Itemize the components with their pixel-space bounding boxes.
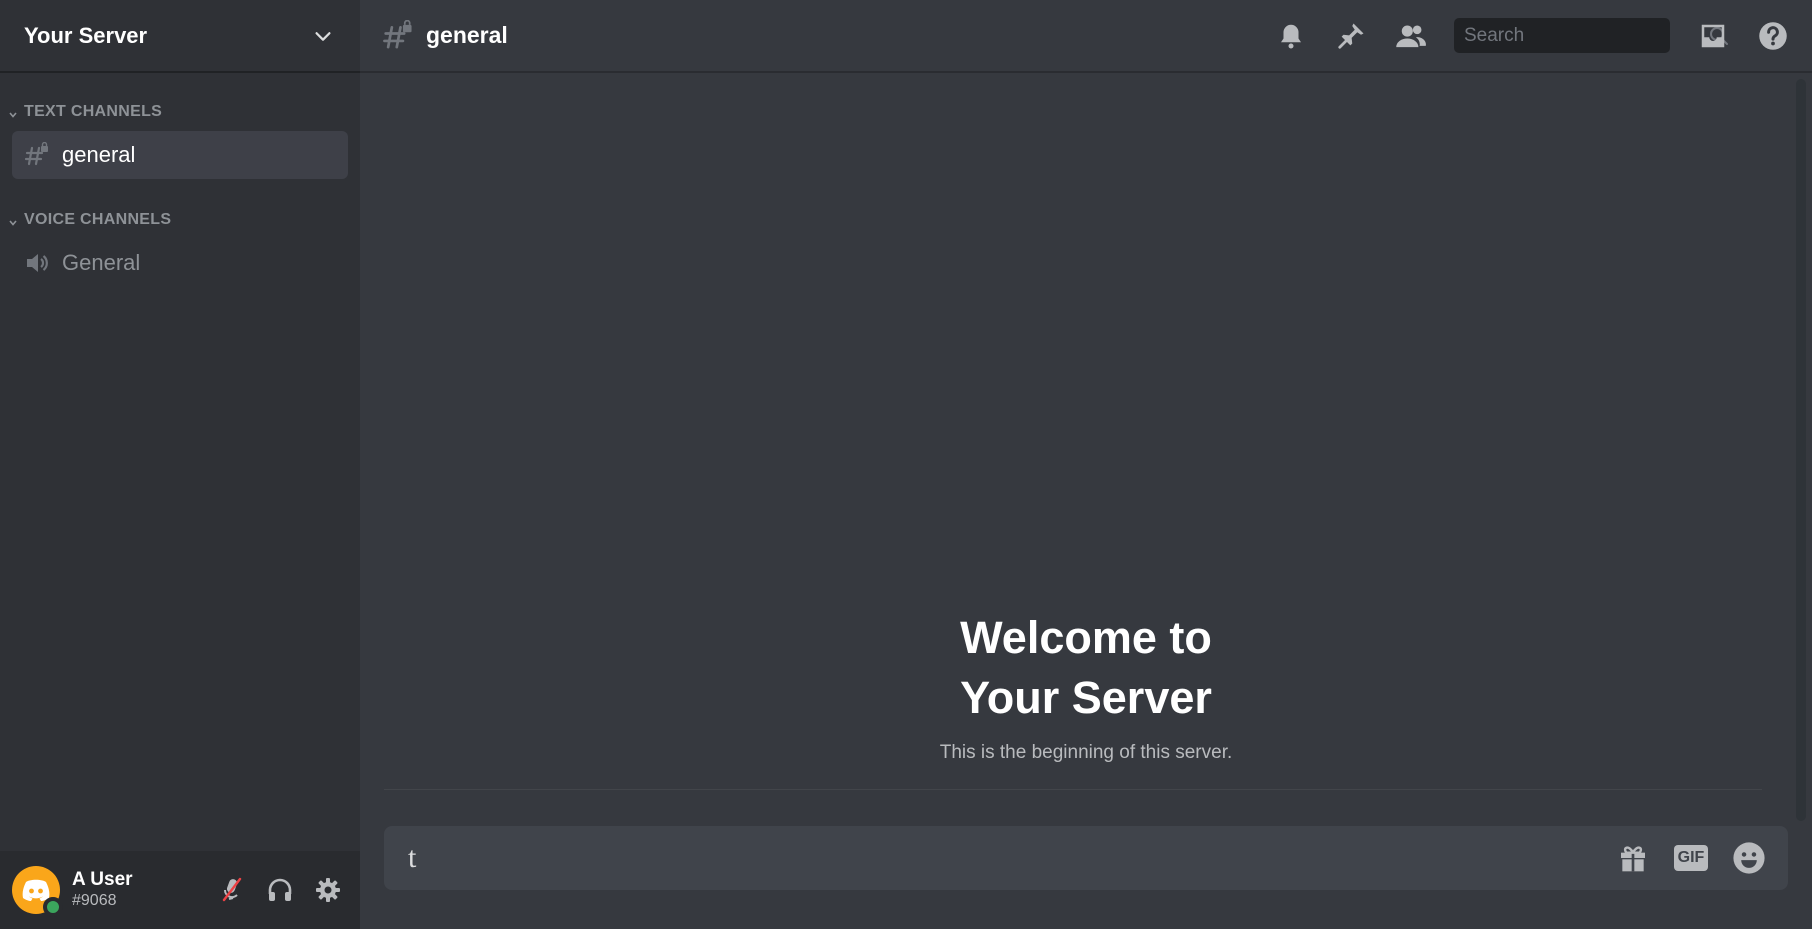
server-header[interactable]: Your Server bbox=[0, 0, 360, 73]
category-voice-channels[interactable]: VOICE CHANNELS bbox=[0, 209, 360, 231]
locked-hash-icon bbox=[24, 141, 50, 168]
welcome-subtitle: This is the beginning of this server. bbox=[939, 742, 1233, 763]
channel-sidebar: Your Server TEXT CHANNELS general VOICE … bbox=[0, 0, 360, 929]
chat-area: general Search Welcome to Your Server Th… bbox=[360, 0, 1812, 929]
channel-header: general bbox=[360, 0, 1812, 73]
channel-item-general[interactable]: general bbox=[12, 131, 348, 179]
avatar[interactable] bbox=[12, 866, 63, 917]
user-info[interactable]: A User #9068 bbox=[72, 869, 204, 911]
emoji-smile-icon bbox=[1733, 842, 1765, 874]
emoji-button[interactable] bbox=[1730, 839, 1768, 877]
welcome-title: Welcome to Your Server bbox=[360, 608, 1812, 728]
muted-microphone-icon bbox=[222, 877, 242, 902]
search-input[interactable] bbox=[1464, 24, 1709, 47]
gift-button[interactable] bbox=[1614, 839, 1652, 877]
inbox-icon[interactable] bbox=[1696, 19, 1730, 53]
message-list: Welcome to Your Server This is the begin… bbox=[360, 73, 1812, 929]
server-name: Your Server bbox=[24, 22, 148, 48]
message-input[interactable] bbox=[408, 841, 1594, 875]
mute-microphone-button[interactable] bbox=[212, 870, 252, 910]
divider bbox=[384, 789, 1762, 790]
channel-item-voice-general[interactable]: General bbox=[12, 239, 348, 287]
user-tag: #9068 bbox=[72, 892, 117, 909]
gear-icon bbox=[316, 878, 340, 902]
chevron-down-icon bbox=[8, 107, 18, 118]
category-text-channels[interactable]: TEXT CHANNELS bbox=[0, 101, 360, 123]
bell-icon[interactable] bbox=[1274, 19, 1308, 53]
welcome-title-line2: Your Server bbox=[960, 672, 1212, 723]
user-settings-button[interactable] bbox=[308, 870, 348, 910]
channel-label: general bbox=[62, 142, 136, 167]
welcome-title-line1: Welcome to bbox=[960, 612, 1212, 663]
category-label: VOICE CHANNELS bbox=[24, 211, 172, 228]
help-icon[interactable] bbox=[1756, 19, 1790, 53]
gif-button[interactable]: GIF bbox=[1672, 839, 1710, 877]
gif-label: GIF bbox=[1673, 845, 1709, 871]
channel-label: General bbox=[62, 250, 141, 275]
chevron-down-icon bbox=[8, 215, 18, 226]
channel-list: TEXT CHANNELS general VOICE CHANNELS Gen… bbox=[0, 73, 360, 851]
speaker-icon bbox=[24, 250, 50, 276]
category-label: TEXT CHANNELS bbox=[24, 103, 163, 120]
user-panel: A User #9068 bbox=[0, 851, 360, 929]
pin-icon[interactable] bbox=[1334, 19, 1368, 53]
welcome-message: Welcome to Your Server This is the begin… bbox=[360, 608, 1812, 764]
username: A User bbox=[72, 869, 133, 890]
headphones-icon bbox=[268, 878, 292, 901]
gift-icon bbox=[1621, 846, 1645, 872]
deafen-button[interactable] bbox=[260, 870, 300, 910]
message-composer: GIF bbox=[384, 826, 1788, 890]
locked-hash-icon bbox=[382, 19, 414, 52]
app-window: Your Server TEXT CHANNELS general VOICE … bbox=[0, 0, 1812, 929]
chevron-down-icon bbox=[312, 25, 334, 47]
members-icon[interactable] bbox=[1394, 19, 1428, 53]
online-status-indicator bbox=[43, 897, 63, 917]
search-box[interactable] bbox=[1454, 18, 1728, 53]
channel-title: general bbox=[426, 22, 508, 48]
